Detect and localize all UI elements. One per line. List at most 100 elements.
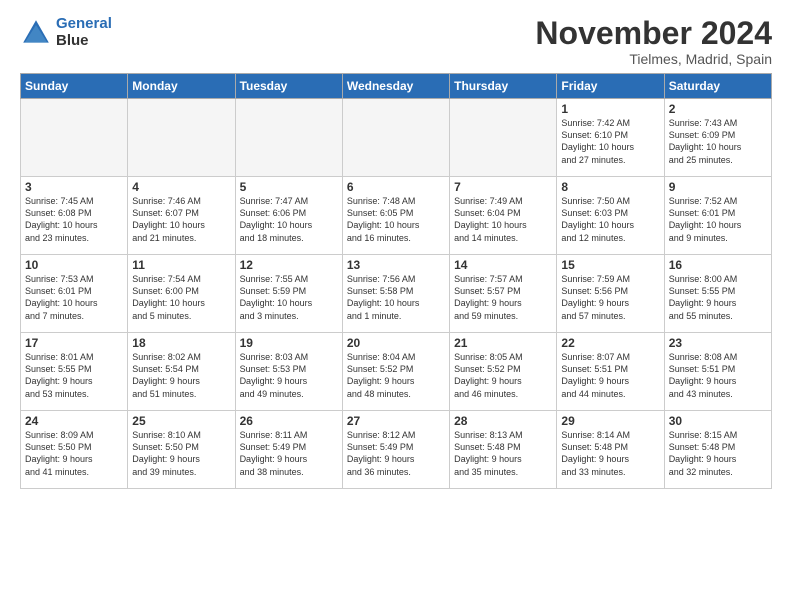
day-cell: 20Sunrise: 8:04 AM Sunset: 5:52 PM Dayli… <box>342 333 449 411</box>
day-number: 2 <box>669 102 767 116</box>
day-info: Sunrise: 7:56 AM Sunset: 5:58 PM Dayligh… <box>347 273 445 322</box>
day-number: 3 <box>25 180 123 194</box>
day-cell: 28Sunrise: 8:13 AM Sunset: 5:48 PM Dayli… <box>450 411 557 489</box>
day-cell: 26Sunrise: 8:11 AM Sunset: 5:49 PM Dayli… <box>235 411 342 489</box>
day-cell: 29Sunrise: 8:14 AM Sunset: 5:48 PM Dayli… <box>557 411 664 489</box>
day-cell: 11Sunrise: 7:54 AM Sunset: 6:00 PM Dayli… <box>128 255 235 333</box>
day-number: 20 <box>347 336 445 350</box>
day-cell: 8Sunrise: 7:50 AM Sunset: 6:03 PM Daylig… <box>557 177 664 255</box>
day-info: Sunrise: 7:59 AM Sunset: 5:56 PM Dayligh… <box>561 273 659 322</box>
week-row-1: 3Sunrise: 7:45 AM Sunset: 6:08 PM Daylig… <box>21 177 772 255</box>
day-info: Sunrise: 7:42 AM Sunset: 6:10 PM Dayligh… <box>561 117 659 166</box>
day-info: Sunrise: 8:04 AM Sunset: 5:52 PM Dayligh… <box>347 351 445 400</box>
day-cell: 21Sunrise: 8:05 AM Sunset: 5:52 PM Dayli… <box>450 333 557 411</box>
day-info: Sunrise: 7:50 AM Sunset: 6:03 PM Dayligh… <box>561 195 659 244</box>
day-cell: 14Sunrise: 7:57 AM Sunset: 5:57 PM Dayli… <box>450 255 557 333</box>
day-info: Sunrise: 8:02 AM Sunset: 5:54 PM Dayligh… <box>132 351 230 400</box>
day-info: Sunrise: 8:11 AM Sunset: 5:49 PM Dayligh… <box>240 429 338 478</box>
day-cell: 1Sunrise: 7:42 AM Sunset: 6:10 PM Daylig… <box>557 99 664 177</box>
day-number: 14 <box>454 258 552 272</box>
day-number: 21 <box>454 336 552 350</box>
week-row-4: 24Sunrise: 8:09 AM Sunset: 5:50 PM Dayli… <box>21 411 772 489</box>
day-cell: 22Sunrise: 8:07 AM Sunset: 5:51 PM Dayli… <box>557 333 664 411</box>
day-cell: 27Sunrise: 8:12 AM Sunset: 5:49 PM Dayli… <box>342 411 449 489</box>
day-info: Sunrise: 8:14 AM Sunset: 5:48 PM Dayligh… <box>561 429 659 478</box>
col-wednesday: Wednesday <box>342 74 449 99</box>
day-info: Sunrise: 7:54 AM Sunset: 6:00 PM Dayligh… <box>132 273 230 322</box>
page: General Blue November 2024 Tielmes, Madr… <box>0 0 792 499</box>
day-number: 29 <box>561 414 659 428</box>
day-number: 4 <box>132 180 230 194</box>
day-info: Sunrise: 7:48 AM Sunset: 6:05 PM Dayligh… <box>347 195 445 244</box>
day-number: 7 <box>454 180 552 194</box>
day-number: 12 <box>240 258 338 272</box>
day-number: 8 <box>561 180 659 194</box>
header-row: Sunday Monday Tuesday Wednesday Thursday… <box>21 74 772 99</box>
day-cell: 30Sunrise: 8:15 AM Sunset: 5:48 PM Dayli… <box>664 411 771 489</box>
day-number: 18 <box>132 336 230 350</box>
day-info: Sunrise: 8:05 AM Sunset: 5:52 PM Dayligh… <box>454 351 552 400</box>
day-cell <box>450 99 557 177</box>
day-info: Sunrise: 8:10 AM Sunset: 5:50 PM Dayligh… <box>132 429 230 478</box>
day-info: Sunrise: 7:53 AM Sunset: 6:01 PM Dayligh… <box>25 273 123 322</box>
day-info: Sunrise: 7:49 AM Sunset: 6:04 PM Dayligh… <box>454 195 552 244</box>
day-cell <box>21 99 128 177</box>
day-info: Sunrise: 8:09 AM Sunset: 5:50 PM Dayligh… <box>25 429 123 478</box>
col-monday: Monday <box>128 74 235 99</box>
day-cell: 24Sunrise: 8:09 AM Sunset: 5:50 PM Dayli… <box>21 411 128 489</box>
day-cell: 10Sunrise: 7:53 AM Sunset: 6:01 PM Dayli… <box>21 255 128 333</box>
title-block: November 2024 Tielmes, Madrid, Spain <box>535 16 772 67</box>
day-info: Sunrise: 7:43 AM Sunset: 6:09 PM Dayligh… <box>669 117 767 166</box>
header: General Blue November 2024 Tielmes, Madr… <box>20 16 772 67</box>
day-cell: 13Sunrise: 7:56 AM Sunset: 5:58 PM Dayli… <box>342 255 449 333</box>
day-number: 11 <box>132 258 230 272</box>
day-number: 27 <box>347 414 445 428</box>
day-number: 13 <box>347 258 445 272</box>
week-row-3: 17Sunrise: 8:01 AM Sunset: 5:55 PM Dayli… <box>21 333 772 411</box>
day-info: Sunrise: 8:07 AM Sunset: 5:51 PM Dayligh… <box>561 351 659 400</box>
day-cell: 23Sunrise: 8:08 AM Sunset: 5:51 PM Dayli… <box>664 333 771 411</box>
day-cell: 2Sunrise: 7:43 AM Sunset: 6:09 PM Daylig… <box>664 99 771 177</box>
calendar-table: Sunday Monday Tuesday Wednesday Thursday… <box>20 73 772 489</box>
col-thursday: Thursday <box>450 74 557 99</box>
day-info: Sunrise: 7:52 AM Sunset: 6:01 PM Dayligh… <box>669 195 767 244</box>
day-info: Sunrise: 7:55 AM Sunset: 5:59 PM Dayligh… <box>240 273 338 322</box>
day-cell: 16Sunrise: 8:00 AM Sunset: 5:55 PM Dayli… <box>664 255 771 333</box>
day-cell: 9Sunrise: 7:52 AM Sunset: 6:01 PM Daylig… <box>664 177 771 255</box>
week-row-2: 10Sunrise: 7:53 AM Sunset: 6:01 PM Dayli… <box>21 255 772 333</box>
day-cell: 15Sunrise: 7:59 AM Sunset: 5:56 PM Dayli… <box>557 255 664 333</box>
day-number: 10 <box>25 258 123 272</box>
day-number: 25 <box>132 414 230 428</box>
day-cell: 5Sunrise: 7:47 AM Sunset: 6:06 PM Daylig… <box>235 177 342 255</box>
day-cell: 18Sunrise: 8:02 AM Sunset: 5:54 PM Dayli… <box>128 333 235 411</box>
day-cell: 19Sunrise: 8:03 AM Sunset: 5:53 PM Dayli… <box>235 333 342 411</box>
day-number: 30 <box>669 414 767 428</box>
day-cell <box>235 99 342 177</box>
logo-icon <box>20 17 52 49</box>
day-info: Sunrise: 8:08 AM Sunset: 5:51 PM Dayligh… <box>669 351 767 400</box>
day-cell: 4Sunrise: 7:46 AM Sunset: 6:07 PM Daylig… <box>128 177 235 255</box>
day-cell: 12Sunrise: 7:55 AM Sunset: 5:59 PM Dayli… <box>235 255 342 333</box>
day-number: 19 <box>240 336 338 350</box>
col-tuesday: Tuesday <box>235 74 342 99</box>
day-cell <box>342 99 449 177</box>
col-friday: Friday <box>557 74 664 99</box>
day-number: 6 <box>347 180 445 194</box>
logo: General Blue <box>20 16 112 49</box>
location: Tielmes, Madrid, Spain <box>535 51 772 67</box>
day-number: 16 <box>669 258 767 272</box>
day-info: Sunrise: 7:45 AM Sunset: 6:08 PM Dayligh… <box>25 195 123 244</box>
day-number: 9 <box>669 180 767 194</box>
day-cell: 17Sunrise: 8:01 AM Sunset: 5:55 PM Dayli… <box>21 333 128 411</box>
day-info: Sunrise: 8:01 AM Sunset: 5:55 PM Dayligh… <box>25 351 123 400</box>
day-cell: 6Sunrise: 7:48 AM Sunset: 6:05 PM Daylig… <box>342 177 449 255</box>
day-number: 5 <box>240 180 338 194</box>
day-number: 24 <box>25 414 123 428</box>
day-number: 15 <box>561 258 659 272</box>
day-info: Sunrise: 7:57 AM Sunset: 5:57 PM Dayligh… <box>454 273 552 322</box>
col-saturday: Saturday <box>664 74 771 99</box>
day-info: Sunrise: 7:46 AM Sunset: 6:07 PM Dayligh… <box>132 195 230 244</box>
day-info: Sunrise: 8:15 AM Sunset: 5:48 PM Dayligh… <box>669 429 767 478</box>
day-info: Sunrise: 8:12 AM Sunset: 5:49 PM Dayligh… <box>347 429 445 478</box>
day-number: 17 <box>25 336 123 350</box>
